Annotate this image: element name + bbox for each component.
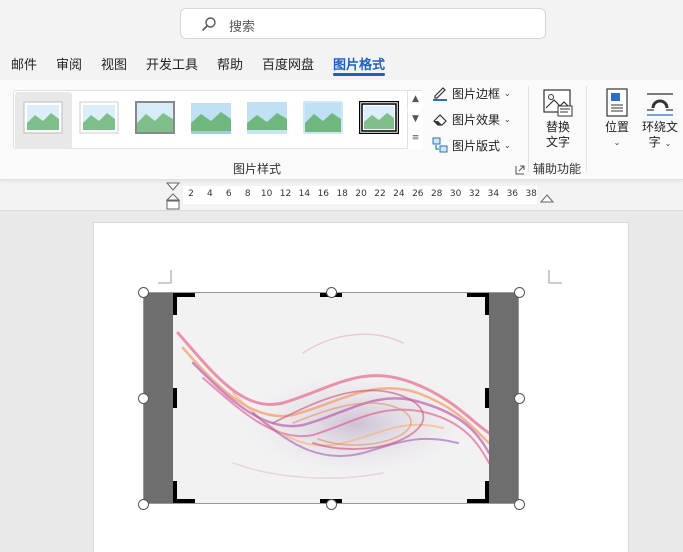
search-icon xyxy=(202,17,216,31)
group-separator xyxy=(586,86,587,172)
gallery-scroll-up[interactable]: ▲ xyxy=(407,91,423,110)
wrap-text-icon xyxy=(647,93,673,116)
ruler-mark: 24 xyxy=(393,189,405,199)
crop-handle-right[interactable] xyxy=(485,388,489,408)
ruler-mark: 2 xyxy=(188,189,194,199)
search-placeholder: 搜索 xyxy=(229,20,256,35)
eraser-effects-icon xyxy=(433,114,447,126)
resize-handle-right[interactable] xyxy=(514,393,525,404)
resize-handle-top-left[interactable] xyxy=(138,287,149,298)
ruler-mark: 32 xyxy=(468,189,481,199)
chevron-down-icon: ⌄ xyxy=(613,138,621,147)
picture-layout-button[interactable]: 图片版式 ⌄ xyxy=(432,135,511,155)
ruler-mark: 6 xyxy=(225,189,232,199)
position-label: 位置 xyxy=(604,120,629,134)
resize-handle-top[interactable] xyxy=(326,287,337,298)
ruler-mark: 16 xyxy=(317,189,330,199)
dialog-launcher-icon[interactable] xyxy=(515,165,525,175)
active-tab-indicator xyxy=(333,73,385,76)
margin-corner-mark xyxy=(548,270,562,284)
chevron-down-icon: ⌄ xyxy=(664,139,672,148)
ruler-mark: 12 xyxy=(279,189,292,199)
ribbon-panel: ▲ ▼ ≡ 图片样式 图片边框 ⌄ 图片效果 ⌄ 图片版式 ⌄ 替换 文字 辅助… xyxy=(0,80,683,180)
resize-handle-bottom-right[interactable] xyxy=(514,499,525,510)
horizontal-ruler[interactable]: 2 4 6 8 10 12 14 16 18 20 22 24 26 28 30 32 34 36 38 xyxy=(183,186,537,204)
picture-style-6[interactable] xyxy=(303,101,343,134)
search-box[interactable]: 搜索 xyxy=(180,8,546,39)
picture-border-label: 图片边框 xyxy=(452,86,501,101)
wrap-text-label-1: 环绕文 xyxy=(641,120,678,134)
picture-style-3[interactable] xyxy=(135,101,175,134)
ruler-mark: 20 xyxy=(355,189,367,199)
picture-border-button[interactable]: 图片边框 ⌄ xyxy=(432,83,511,103)
gallery-more[interactable]: ≡ xyxy=(407,130,423,149)
group-separator xyxy=(528,86,529,172)
ruler-mark: 36 xyxy=(506,189,519,199)
ruler-mark: 4 xyxy=(207,189,213,199)
right-indent-marker-icon[interactable] xyxy=(540,194,554,204)
picture-effects-label: 图片效果 xyxy=(452,112,501,127)
picture-layout-label: 图片版式 xyxy=(452,138,501,153)
ruler-mark: 10 xyxy=(260,189,273,199)
resize-handle-left[interactable] xyxy=(138,393,149,404)
tab-baidu-netdisk[interactable]: 百度网盘 xyxy=(262,54,314,73)
picture-style-1[interactable] xyxy=(23,101,63,134)
layout-icon xyxy=(432,137,448,153)
resize-handle-bottom[interactable] xyxy=(326,499,337,510)
picture-bounding-frame xyxy=(143,292,519,504)
crop-handle-bottom-left[interactable] xyxy=(173,481,177,503)
accessibility-group-label: 辅助功能 xyxy=(533,162,582,176)
ruler-mark: 30 xyxy=(449,189,462,199)
margin-corner-mark xyxy=(158,270,172,284)
picture-style-4[interactable] xyxy=(191,101,231,134)
picture-style-2[interactable] xyxy=(79,101,119,134)
alt-text-label-2: 文字 xyxy=(545,135,570,149)
picture-styles-group-label: 图片样式 xyxy=(233,162,282,176)
gallery-scroll-down[interactable]: ▼ xyxy=(407,111,423,130)
ruler-mark: 18 xyxy=(336,189,348,199)
position-icon xyxy=(606,88,628,117)
ruler-mark: 8 xyxy=(244,189,251,199)
ruler-mark: 28 xyxy=(430,189,443,199)
ruler-mark: 14 xyxy=(298,189,311,199)
crop-handle-left[interactable] xyxy=(173,388,177,408)
wrap-text-button[interactable]: 环绕文 字 ⌄ xyxy=(638,88,682,151)
crop-handle-top-right[interactable] xyxy=(485,293,489,315)
tab-help[interactable]: 帮助 xyxy=(217,54,243,73)
title-bar: 搜索 xyxy=(0,0,683,46)
tab-picture-format[interactable]: 图片格式 xyxy=(333,54,385,73)
picture-effects-button[interactable]: 图片效果 ⌄ xyxy=(432,109,511,129)
chevron-down-icon: ⌄ xyxy=(504,140,511,150)
chevron-down-icon: ⌄ xyxy=(504,114,511,124)
crop-handle-bottom-right[interactable] xyxy=(485,481,489,503)
picture-styles-gallery: ▲ ▼ ≡ xyxy=(13,90,423,149)
ruler-mark: 22 xyxy=(374,189,386,199)
position-button[interactable]: 位置 ⌄ xyxy=(600,88,634,150)
tab-view[interactable]: 视图 xyxy=(101,54,127,73)
resize-handle-bottom-left[interactable] xyxy=(138,499,149,510)
ruler-mark: 34 xyxy=(487,189,500,199)
chevron-down-icon: ⌄ xyxy=(504,88,511,98)
wrap-text-label-2: 字 ⌄ xyxy=(648,135,672,149)
picture-style-7[interactable] xyxy=(359,101,399,134)
picture-style-5[interactable] xyxy=(247,101,287,134)
alt-text-button[interactable]: 替换 文字 xyxy=(536,88,580,150)
alt-text-icon xyxy=(543,89,573,117)
ruler-mark: 26 xyxy=(412,189,424,199)
tab-developer[interactable]: 开发工具 xyxy=(146,54,198,73)
tab-mailings[interactable]: 邮件 xyxy=(11,54,37,73)
crop-handle-top-left[interactable] xyxy=(173,293,177,315)
resize-handle-top-right[interactable] xyxy=(514,287,525,298)
pen-border-icon xyxy=(433,87,447,101)
alt-text-label-1: 替换 xyxy=(545,120,570,134)
indent-marker-icon[interactable] xyxy=(166,182,180,210)
tab-review[interactable]: 审阅 xyxy=(56,54,82,73)
ruler-mark: 38 xyxy=(525,189,537,199)
